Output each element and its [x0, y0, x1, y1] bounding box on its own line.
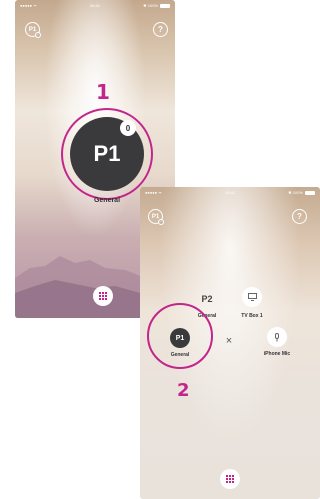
tv-icon [247, 293, 257, 301]
battery-indicator-2: ✱ 100% [288, 190, 315, 195]
help-button-2-label: ? [297, 212, 302, 221]
device-tv-box-1[interactable] [242, 287, 262, 307]
profile-name-general: General [93, 197, 121, 204]
battery-icon [160, 3, 170, 8]
profile-p1-small[interactable]: P1 [170, 328, 190, 348]
profile-count-badge: 0 [120, 120, 136, 136]
profile-p1-label: P1 [93, 141, 121, 166]
profile-button-label: P1 [28, 26, 37, 33]
status-bar-2: ●●●●● ᯤ 09:41 ✱ 100% [140, 190, 320, 198]
microphone-icon [275, 332, 279, 341]
profile-p2-label[interactable]: P2 [192, 294, 222, 304]
profile-p1-small-label: P1 [175, 334, 185, 342]
close-icon[interactable]: × [222, 335, 236, 347]
profile-p1-small-name: General [170, 352, 190, 358]
help-button[interactable]: ? [153, 22, 168, 37]
device-iphone-mic-name: iPhone Mic [263, 351, 291, 357]
device-tv-box-1-name: TV Box 1 [241, 313, 263, 319]
step-number-2: 2 [177, 380, 190, 401]
device-iphone-mic[interactable] [267, 327, 287, 347]
help-button-2[interactable]: ? [292, 209, 307, 224]
profile-button-2-label: P1 [151, 213, 160, 220]
help-button-label: ? [158, 25, 163, 34]
menu-button[interactable] [93, 286, 113, 306]
battery-icon-2 [305, 190, 315, 195]
battery-indicator: ✱ 100% [143, 3, 170, 8]
grid-icon [99, 292, 107, 300]
step-number-1: 1 [96, 80, 110, 104]
menu-button-2[interactable] [220, 469, 240, 489]
status-bar: ●●●●● ᯤ 09:41 ✱ 100% [15, 3, 175, 11]
grid-icon-2 [226, 475, 234, 483]
settings-icon-2 [158, 219, 164, 225]
settings-icon [35, 32, 41, 38]
